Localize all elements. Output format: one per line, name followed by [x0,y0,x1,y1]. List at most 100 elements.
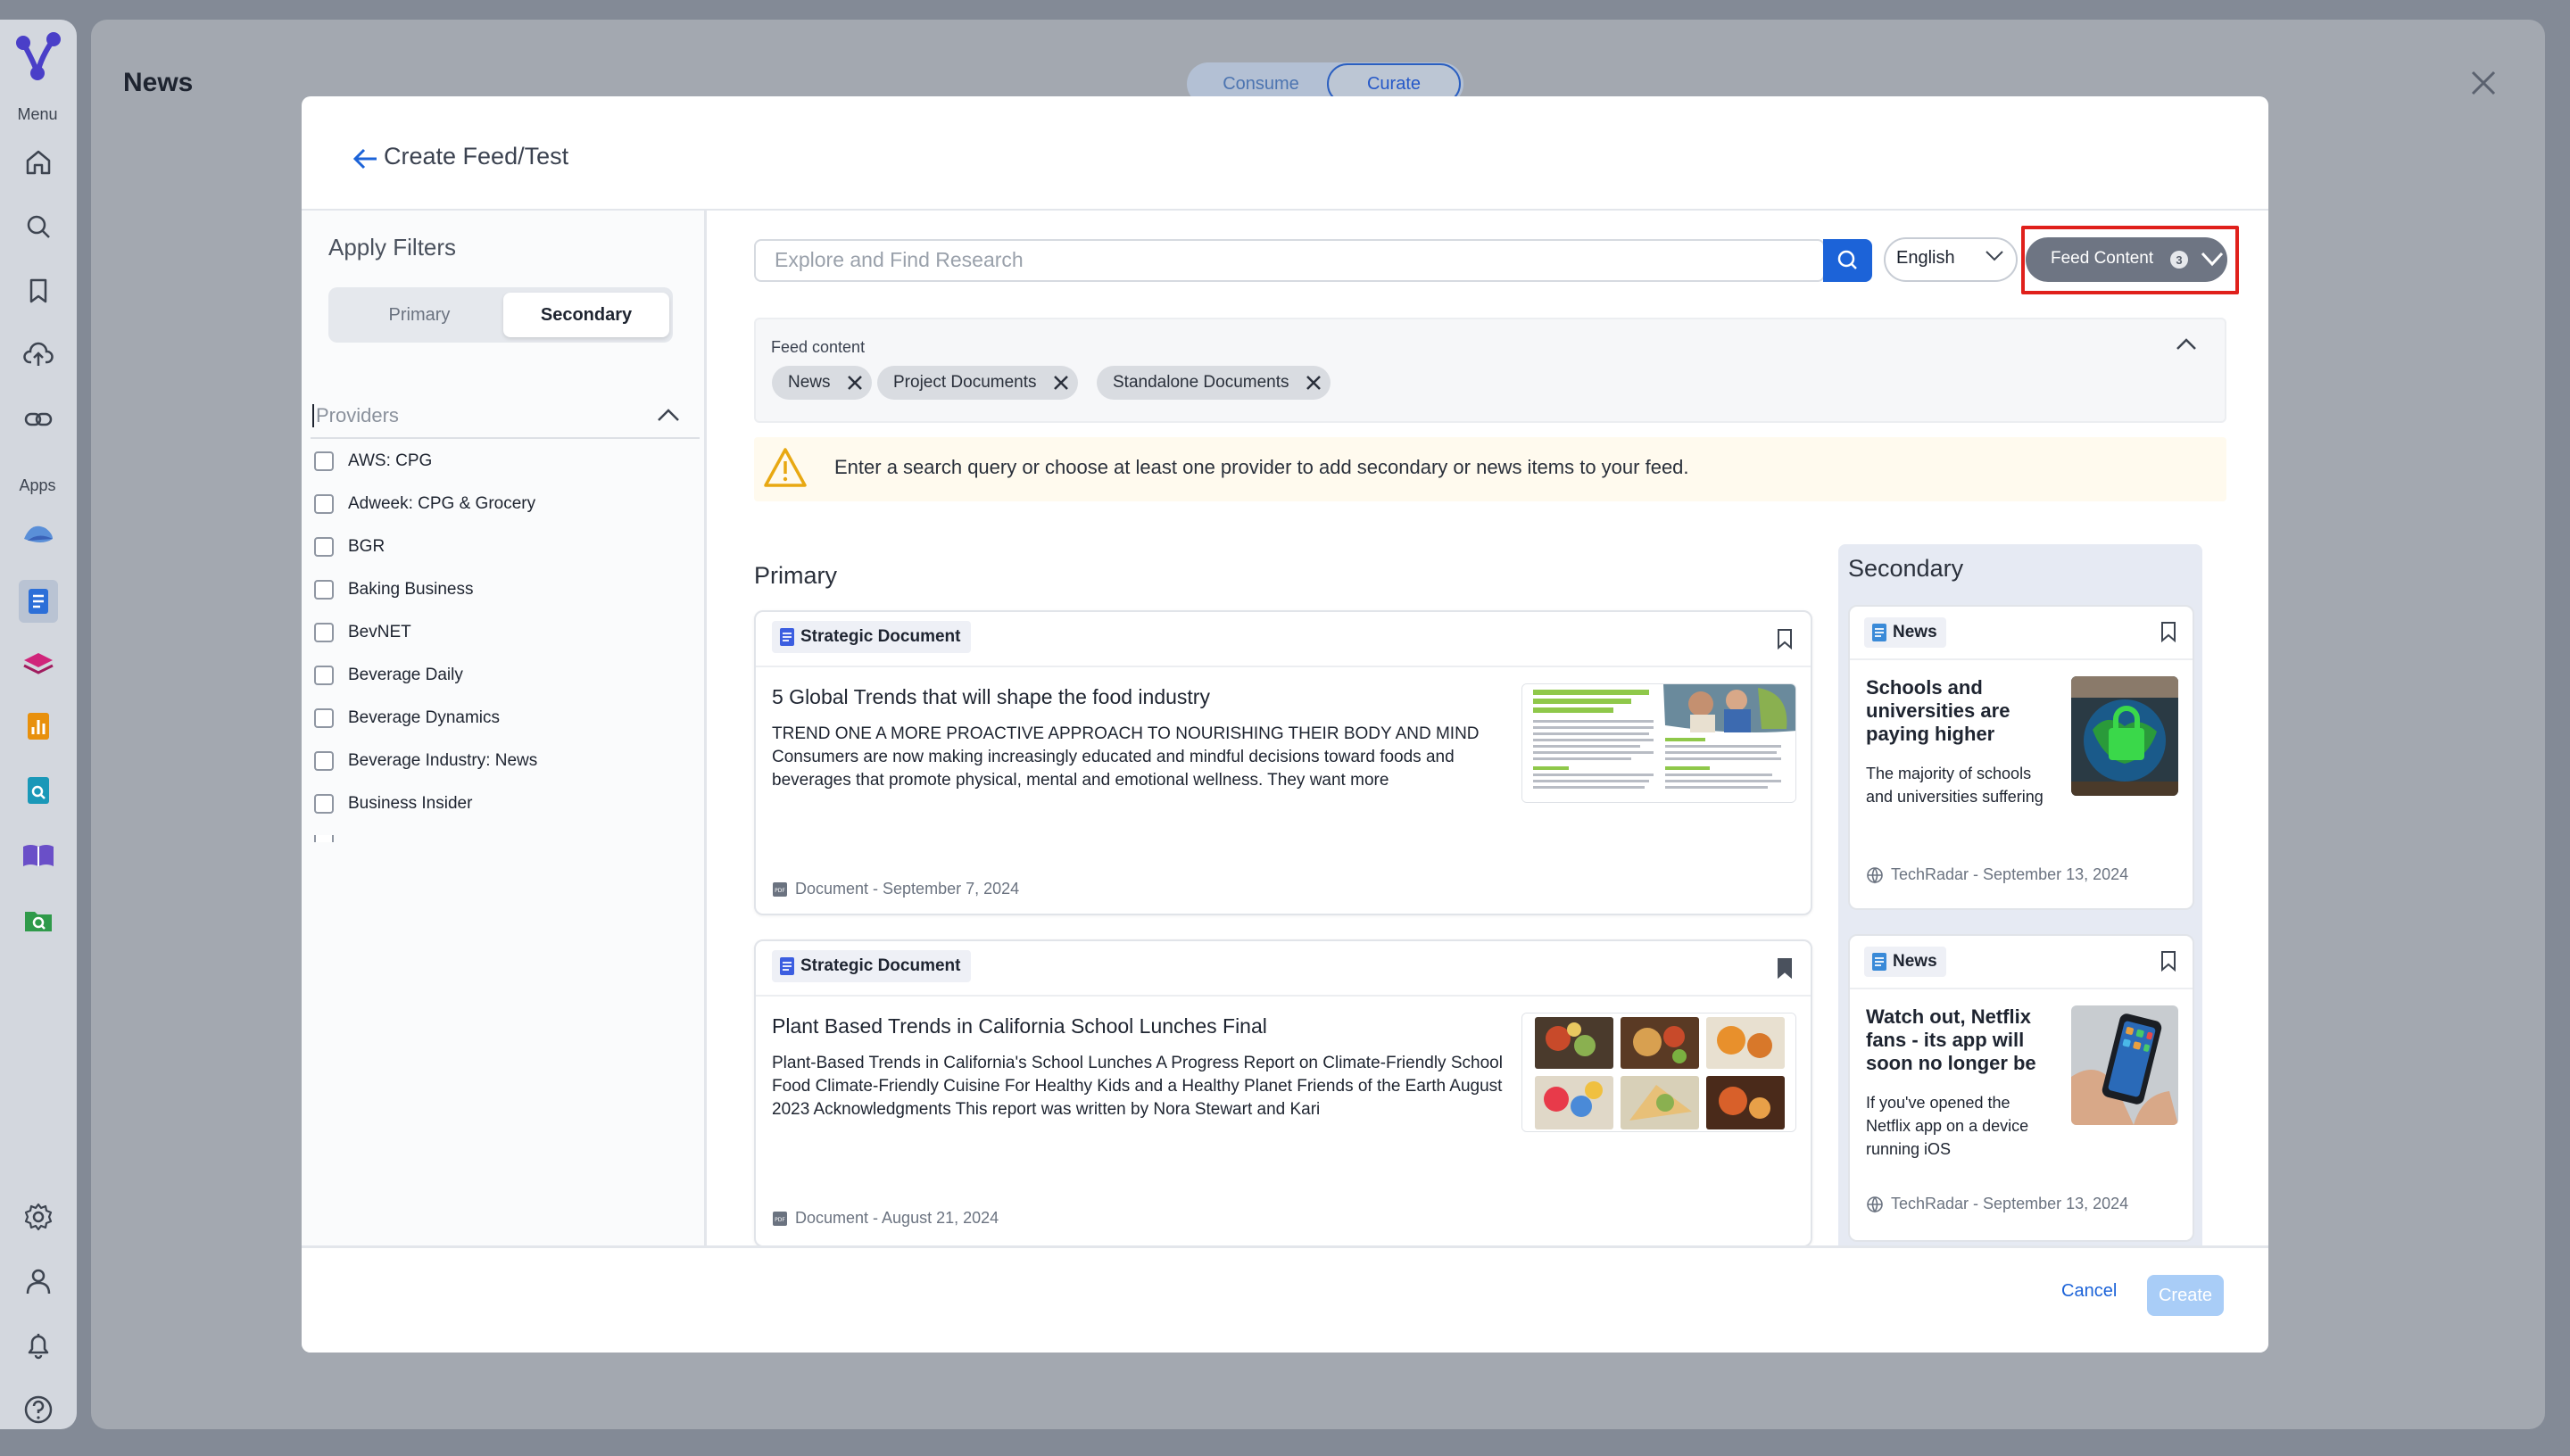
logo-icon[interactable] [14,30,62,84]
provider-item[interactable]: BGR [314,534,385,560]
card-tag-label: Strategic Document [800,956,961,975]
provider-checkbox[interactable] [314,666,334,685]
provider-checkbox[interactable] [314,494,334,514]
card-meta: PDF Document - August 21, 2024 [772,1209,999,1228]
provider-item[interactable]: Beverage Dynamics [314,705,500,732]
provider-item[interactable]: AWS: CPG [314,448,432,475]
cancel-button[interactable]: Cancel [2061,1281,2117,1302]
provider-checkbox[interactable] [314,580,334,600]
provider-label: Beverage Dynamics [348,708,501,727]
modal-title: Create Feed/Test [384,143,569,170]
segment-secondary[interactable]: Secondary [503,293,669,337]
providers-divider [311,437,700,439]
link-icon[interactable] [21,401,56,437]
card-tag-label: News [1893,623,1937,641]
app-layers-icon[interactable] [21,646,56,682]
provider-checkbox[interactable] [314,751,334,771]
card-title[interactable]: Plant Based Trends in California School … [772,1014,1267,1038]
app-folder-search-icon[interactable] [21,903,56,939]
card-title[interactable]: 5 Global Trends that will shape the food… [772,685,1210,709]
app-document-icon[interactable] [19,580,58,623]
close-icon[interactable] [1304,373,1323,393]
card-title[interactable]: Watch out, Netflix fans - its app will s… [1866,1005,2053,1075]
provider-label: BevNET [348,623,411,641]
chip-project-documents: Project Documents [877,366,1078,400]
provider-item[interactable]: BevNET [314,619,411,646]
providers-label: Providers [312,404,399,427]
provider-item[interactable]: Beverage Daily [314,662,463,689]
close-icon[interactable] [845,373,865,393]
home-icon[interactable] [21,145,56,180]
card-thumbnail [1521,1013,1796,1132]
bookmark-filled-icon[interactable] [1777,957,1793,979]
search-icon[interactable] [21,209,56,244]
card-tag-label: News [1893,952,1937,971]
language-value: English [1896,248,1955,268]
provider-checkbox[interactable] [314,794,334,814]
card-thumbnail [2071,676,2178,796]
back-arrow-icon[interactable] [352,145,380,172]
settings-icon[interactable] [21,1199,56,1235]
provider-item[interactable]: Business Insider [314,790,472,817]
primary-card[interactable]: Strategic Document 5 Global Trends that … [754,610,1812,915]
secondary-card[interactable]: News Watch out, Netflix fans - its app w… [1848,934,2194,1242]
segment-primary[interactable]: Primary [336,293,503,337]
provider-checkbox[interactable] [314,708,334,728]
highlight-box [2021,226,2239,294]
bookmark-icon[interactable] [1777,628,1793,649]
card-thumbnail [2071,1005,2178,1125]
chip-standalone-documents: Standalone Documents [1097,366,1331,400]
provider-label: BGR [348,537,386,556]
page-title: News [123,68,194,97]
secondary-card[interactable]: News Schools and universities are paying… [1848,605,2194,910]
primary-card[interactable]: Strategic Document Plant Based Trends in… [754,939,1812,1247]
svg-text:PDF: PDF [775,1217,785,1223]
create-button[interactable]: Create [2147,1275,2224,1316]
card-divider [756,666,1811,667]
upload-icon[interactable] [21,337,56,373]
bookmark-icon[interactable] [2160,621,2176,642]
card-divider [1850,988,2193,989]
provider-checkbox[interactable] [314,537,334,557]
provider-label: Beverage Daily [348,666,463,684]
search-placeholder: Explore and Find Research [775,248,1024,271]
card-meta-text: Document - August 21, 2024 [795,1209,999,1227]
user-icon[interactable] [21,1263,56,1299]
provider-item[interactable]: Baking Business [314,576,473,603]
card-meta-text: Document - September 7, 2024 [795,880,1020,898]
card-meta: PDF Document - September 7, 2024 [772,880,1019,898]
card-title[interactable]: Schools and universities are paying high… [1866,676,2053,746]
chip-label: News [788,373,831,392]
pdf-icon: PDF [773,881,787,897]
feed-content-panel-label: Feed content [771,338,866,356]
chevron-up-icon[interactable] [2176,337,2197,352]
provider-checkbox[interactable] [314,623,334,642]
bookmark-icon[interactable] [21,273,56,309]
chip-news: News [772,366,872,400]
provider-item[interactable]: Beverage Industry: News [314,748,537,774]
document-icon [780,628,794,646]
globe-icon [1867,866,1883,884]
search-button[interactable] [1823,239,1872,282]
provider-label: Adweek: CPG & Grocery [348,494,536,513]
app-sidebar: Menu Apps [0,20,77,1429]
primary-heading: Primary [754,562,837,589]
chevron-up-icon[interactable] [657,407,680,423]
app-bar-chart-icon[interactable] [21,708,56,744]
card-excerpt: TREND ONE A MORE PROACTIVE APPROACH TO N… [772,724,1480,790]
bell-icon[interactable] [21,1328,56,1363]
app-book-icon[interactable] [21,839,56,874]
provider-item[interactable]: Adweek: CPG & Grocery [314,491,535,517]
modal-footer [302,1248,2268,1353]
card-excerpt: Plant-Based Trends in California's Schoo… [772,1054,1503,1119]
close-icon[interactable] [2468,68,2499,98]
bookmark-icon[interactable] [2160,950,2176,972]
close-icon[interactable] [1051,373,1071,393]
document-icon [780,957,794,975]
help-icon[interactable] [21,1392,56,1427]
svg-text:PDF: PDF [775,888,785,894]
app-chart-icon[interactable] [21,516,56,551]
provider-label: AWS: CPG [348,451,433,470]
provider-checkbox[interactable] [314,451,334,471]
app-doc-search-icon[interactable] [21,773,56,808]
